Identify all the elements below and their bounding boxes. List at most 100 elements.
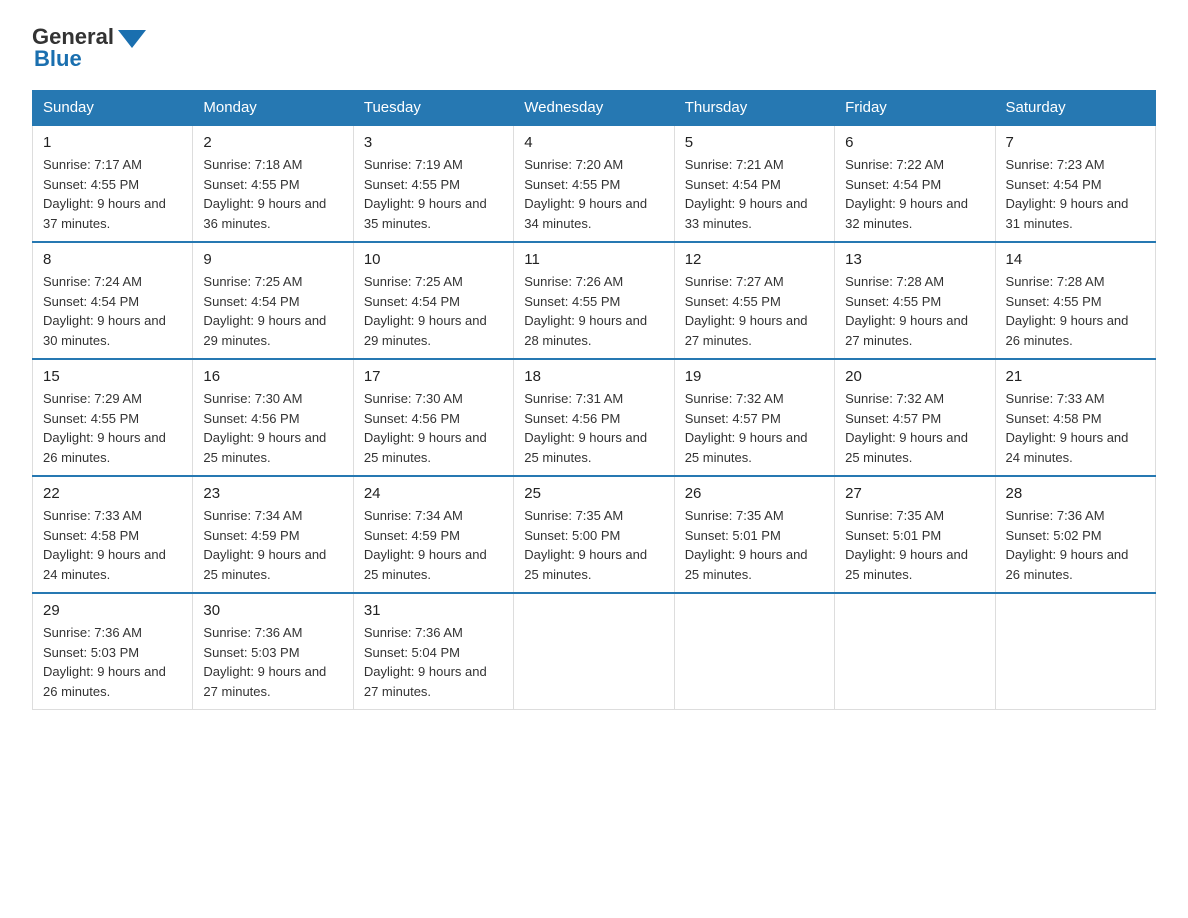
calendar-cell: 25 Sunrise: 7:35 AMSunset: 5:00 PMDayligh… <box>514 476 674 593</box>
day-info: Sunrise: 7:24 AMSunset: 4:54 PMDaylight:… <box>43 272 182 350</box>
day-info: Sunrise: 7:35 AMSunset: 5:01 PMDaylight:… <box>685 506 824 584</box>
day-info: Sunrise: 7:30 AMSunset: 4:56 PMDaylight:… <box>203 389 342 467</box>
day-number: 19 <box>685 368 824 385</box>
day-info: Sunrise: 7:36 AMSunset: 5:02 PMDaylight:… <box>1006 506 1145 584</box>
day-info: Sunrise: 7:28 AMSunset: 4:55 PMDaylight:… <box>845 272 984 350</box>
calendar-cell: 5 Sunrise: 7:21 AMSunset: 4:54 PMDaylight… <box>674 125 834 242</box>
day-number: 20 <box>845 368 984 385</box>
calendar-header-row: SundayMondayTuesdayWednesdayThursdayFrid… <box>33 91 1156 126</box>
day-info: Sunrise: 7:20 AMSunset: 4:55 PMDaylight:… <box>524 155 663 233</box>
calendar-cell: 30 Sunrise: 7:36 AMSunset: 5:03 PMDayligh… <box>193 593 353 710</box>
day-number: 13 <box>845 251 984 268</box>
calendar-cell: 7Sunrise: 7:23 AMSunset: 4:54 PMDaylight… <box>995 125 1155 242</box>
day-info: Sunrise: 7:33 AMSunset: 4:58 PMDaylight:… <box>43 506 182 584</box>
calendar-cell: 11 Sunrise: 7:26 AMSunset: 4:55 PMDayligh… <box>514 242 674 359</box>
day-number: 1 <box>43 134 182 151</box>
day-number: 21 <box>1006 368 1145 385</box>
day-number: 15 <box>43 368 182 385</box>
day-number: 27 <box>845 485 984 502</box>
calendar-header-thursday: Thursday <box>674 91 834 126</box>
calendar-header-friday: Friday <box>835 91 995 126</box>
day-info: Sunrise: 7:32 AMSunset: 4:57 PMDaylight:… <box>685 389 824 467</box>
day-number: 25 <box>524 485 663 502</box>
calendar-cell: 21 Sunrise: 7:33 AMSunset: 4:58 PMDayligh… <box>995 359 1155 476</box>
calendar-cell: 10 Sunrise: 7:25 AMSunset: 4:54 PMDayligh… <box>353 242 513 359</box>
day-info: Sunrise: 7:18 AMSunset: 4:55 PMDaylight:… <box>203 155 342 233</box>
day-info: Sunrise: 7:33 AMSunset: 4:58 PMDaylight:… <box>1006 389 1145 467</box>
calendar-cell: 4 Sunrise: 7:20 AMSunset: 4:55 PMDaylight… <box>514 125 674 242</box>
day-info: Sunrise: 7:36 AMSunset: 5:03 PMDaylight:… <box>203 623 342 701</box>
day-info: Sunrise: 7:31 AMSunset: 4:56 PMDaylight:… <box>524 389 663 467</box>
calendar-cell: 24 Sunrise: 7:34 AMSunset: 4:59 PMDayligh… <box>353 476 513 593</box>
calendar-cell: 19 Sunrise: 7:32 AMSunset: 4:57 PMDayligh… <box>674 359 834 476</box>
calendar-cell <box>995 593 1155 710</box>
day-number: 12 <box>685 251 824 268</box>
calendar-header-monday: Monday <box>193 91 353 126</box>
day-info: Sunrise: 7:32 AMSunset: 4:57 PMDaylight:… <box>845 389 984 467</box>
day-number: 28 <box>1006 485 1145 502</box>
calendar-cell: 26 Sunrise: 7:35 AMSunset: 5:01 PMDayligh… <box>674 476 834 593</box>
calendar-cell: 17 Sunrise: 7:30 AMSunset: 4:56 PMDayligh… <box>353 359 513 476</box>
calendar-cell: 6Sunrise: 7:22 AMSunset: 4:54 PMDaylight… <box>835 125 995 242</box>
calendar-cell: 22 Sunrise: 7:33 AMSunset: 4:58 PMDayligh… <box>33 476 193 593</box>
day-info: Sunrise: 7:35 AMSunset: 5:00 PMDaylight:… <box>524 506 663 584</box>
day-info: Sunrise: 7:29 AMSunset: 4:55 PMDaylight:… <box>43 389 182 467</box>
day-number: 10 <box>364 251 503 268</box>
calendar-header-tuesday: Tuesday <box>353 91 513 126</box>
calendar-cell: 27 Sunrise: 7:35 AMSunset: 5:01 PMDayligh… <box>835 476 995 593</box>
day-number: 7 <box>1006 134 1145 151</box>
calendar-cell <box>674 593 834 710</box>
day-info: Sunrise: 7:36 AMSunset: 5:04 PMDaylight:… <box>364 623 503 701</box>
calendar-cell: 29 Sunrise: 7:36 AMSunset: 5:03 PMDayligh… <box>33 593 193 710</box>
day-number: 18 <box>524 368 663 385</box>
day-info: Sunrise: 7:35 AMSunset: 5:01 PMDaylight:… <box>845 506 984 584</box>
day-number: 31 <box>364 602 503 619</box>
day-info: Sunrise: 7:25 AMSunset: 4:54 PMDaylight:… <box>203 272 342 350</box>
logo-blue-text: Blue <box>34 46 82 72</box>
day-number: 17 <box>364 368 503 385</box>
day-info: Sunrise: 7:19 AMSunset: 4:55 PMDaylight:… <box>364 155 503 233</box>
day-number: 24 <box>364 485 503 502</box>
day-info: Sunrise: 7:17 AMSunset: 4:55 PMDaylight:… <box>43 155 182 233</box>
calendar-header-saturday: Saturday <box>995 91 1155 126</box>
day-number: 6 <box>845 134 984 151</box>
day-number: 30 <box>203 602 342 619</box>
calendar-week-row: 1 Sunrise: 7:17 AMSunset: 4:55 PMDaylight… <box>33 125 1156 242</box>
day-number: 22 <box>43 485 182 502</box>
day-info: Sunrise: 7:27 AMSunset: 4:55 PMDaylight:… <box>685 272 824 350</box>
day-info: Sunrise: 7:21 AMSunset: 4:54 PMDaylight:… <box>685 155 824 233</box>
day-info: Sunrise: 7:26 AMSunset: 4:55 PMDaylight:… <box>524 272 663 350</box>
calendar-week-row: 8 Sunrise: 7:24 AMSunset: 4:54 PMDaylight… <box>33 242 1156 359</box>
logo-arrow-icon <box>118 30 146 48</box>
calendar-week-row: 15 Sunrise: 7:29 AMSunset: 4:55 PMDayligh… <box>33 359 1156 476</box>
day-info: Sunrise: 7:36 AMSunset: 5:03 PMDaylight:… <box>43 623 182 701</box>
day-number: 4 <box>524 134 663 151</box>
calendar-cell: 9Sunrise: 7:25 AMSunset: 4:54 PMDaylight… <box>193 242 353 359</box>
day-info: Sunrise: 7:30 AMSunset: 4:56 PMDaylight:… <box>364 389 503 467</box>
page-header: General Blue <box>32 24 1156 72</box>
day-number: 23 <box>203 485 342 502</box>
calendar-cell: 13 Sunrise: 7:28 AMSunset: 4:55 PMDayligh… <box>835 242 995 359</box>
day-info: Sunrise: 7:25 AMSunset: 4:54 PMDaylight:… <box>364 272 503 350</box>
day-info: Sunrise: 7:28 AMSunset: 4:55 PMDaylight:… <box>1006 272 1145 350</box>
day-number: 16 <box>203 368 342 385</box>
calendar-cell: 3 Sunrise: 7:19 AMSunset: 4:55 PMDaylight… <box>353 125 513 242</box>
calendar-cell: 12 Sunrise: 7:27 AMSunset: 4:55 PMDayligh… <box>674 242 834 359</box>
calendar-cell: 2Sunrise: 7:18 AMSunset: 4:55 PMDaylight… <box>193 125 353 242</box>
calendar-header-sunday: Sunday <box>33 91 193 126</box>
calendar-cell: 8 Sunrise: 7:24 AMSunset: 4:54 PMDaylight… <box>33 242 193 359</box>
calendar-header-wednesday: Wednesday <box>514 91 674 126</box>
day-info: Sunrise: 7:34 AMSunset: 4:59 PMDaylight:… <box>364 506 503 584</box>
day-info: Sunrise: 7:34 AMSunset: 4:59 PMDaylight:… <box>203 506 342 584</box>
day-number: 5 <box>685 134 824 151</box>
day-number: 29 <box>43 602 182 619</box>
calendar-cell: 1 Sunrise: 7:17 AMSunset: 4:55 PMDaylight… <box>33 125 193 242</box>
day-number: 11 <box>524 251 663 268</box>
calendar-cell: 28 Sunrise: 7:36 AMSunset: 5:02 PMDayligh… <box>995 476 1155 593</box>
day-number: 8 <box>43 251 182 268</box>
logo: General Blue <box>32 24 146 72</box>
calendar-cell <box>835 593 995 710</box>
day-number: 3 <box>364 134 503 151</box>
calendar-cell: 31 Sunrise: 7:36 AMSunset: 5:04 PMDayligh… <box>353 593 513 710</box>
day-number: 26 <box>685 485 824 502</box>
